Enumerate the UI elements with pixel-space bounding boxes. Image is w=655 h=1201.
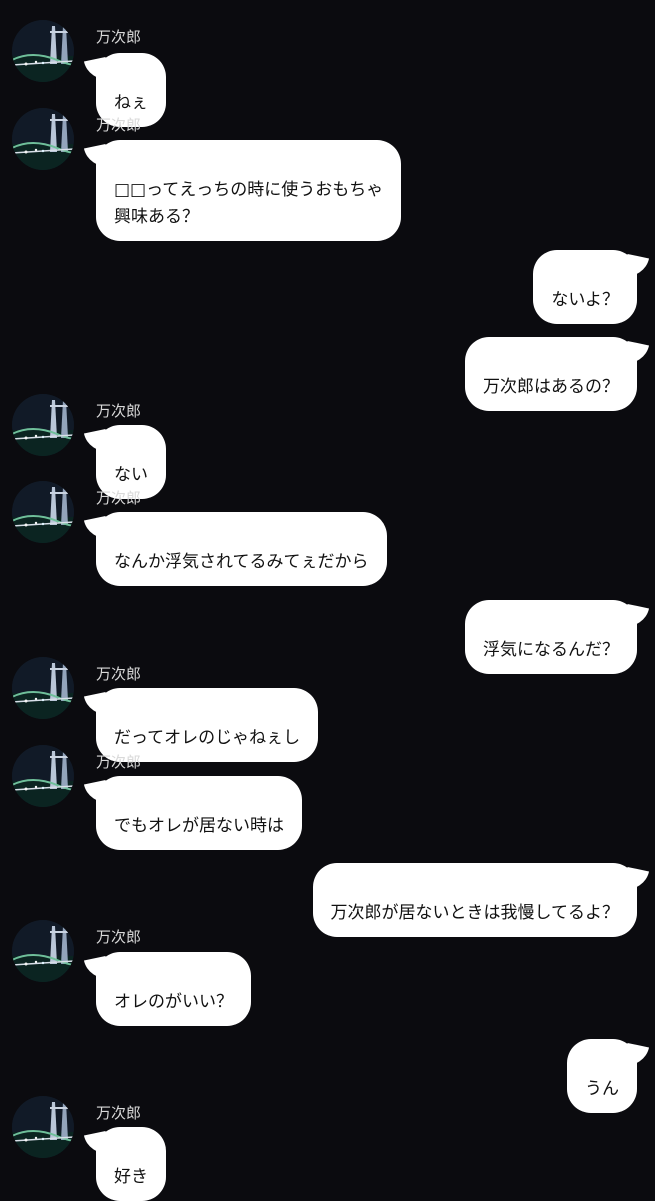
avatar[interactable] <box>12 394 74 456</box>
sender-name: 万次郎 <box>96 402 142 420</box>
bridge-photo-icon <box>12 657 74 719</box>
sender-name: 万次郎 <box>96 928 142 946</box>
avatar[interactable] <box>12 1096 74 1158</box>
message-bubble-incoming[interactable]: だってオレのじゃねぇし <box>96 688 319 762</box>
message-bubble-incoming[interactable]: オレのがいい？ <box>96 952 251 1026</box>
sender-name: 万次郎 <box>96 28 142 46</box>
avatar[interactable] <box>12 108 74 170</box>
sender-name: 万次郎 <box>96 1104 142 1122</box>
bridge-photo-icon <box>12 1096 74 1158</box>
bridge-photo-icon <box>12 745 74 807</box>
bridge-photo-icon <box>12 20 74 82</box>
sender-name: 万次郎 <box>96 489 142 507</box>
message-bubble-incoming[interactable]: ない <box>96 425 166 499</box>
avatar[interactable] <box>12 481 74 543</box>
bridge-photo-icon <box>12 481 74 543</box>
message-bubble-outgoing[interactable]: 万次郎はあるの？ <box>465 337 637 411</box>
message-text: なんか浮気されてるみてぇだから <box>114 552 369 572</box>
sender-name: 万次郎 <box>96 753 142 771</box>
bridge-photo-icon <box>12 920 74 982</box>
message-text: 浮気になるんだ？ <box>483 640 619 660</box>
message-text: オレのがいい？ <box>114 992 233 1012</box>
message-text: 万次郎が居ないときは我慢してるよ？ <box>330 903 620 923</box>
message-text: ない <box>114 465 148 485</box>
message-text: 万次郎はあるの？ <box>483 377 619 397</box>
sender-name: 万次郎 <box>96 665 142 683</box>
message-text: ねぇ <box>114 93 148 113</box>
message-text: 好き <box>114 1167 148 1187</box>
message-text: ないよ？ <box>551 290 619 310</box>
message-bubble-outgoing[interactable]: うん <box>567 1039 637 1113</box>
avatar[interactable] <box>12 20 74 82</box>
message-bubble-incoming[interactable]: なんか浮気されてるみてぇだから <box>96 512 387 586</box>
bridge-photo-icon <box>12 108 74 170</box>
message-text: うん <box>585 1079 619 1099</box>
chat-thread[interactable]: 万次郎 ねぇ 万次郎 □□ってえっちの時に使うおもちゃ 興味ある？ ないよ？ 万… <box>0 0 655 1201</box>
message-bubble-outgoing[interactable]: 浮気になるんだ？ <box>465 600 637 674</box>
message-bubble-outgoing[interactable]: 万次郎が居ないときは我慢してるよ？ <box>312 863 637 937</box>
avatar[interactable] <box>12 745 74 807</box>
message-text: だってオレのじゃねぇし <box>114 728 301 748</box>
message-text: □□ってえっちの時に使うおもちゃ 興味ある？ <box>114 180 384 227</box>
bridge-photo-icon <box>12 394 74 456</box>
avatar[interactable] <box>12 920 74 982</box>
message-bubble-incoming[interactable]: 好き <box>96 1127 166 1201</box>
message-text: でもオレが居ない時は <box>114 816 284 836</box>
sender-name: 万次郎 <box>96 116 142 134</box>
message-bubble-incoming[interactable]: □□ってえっちの時に使うおもちゃ 興味ある？ <box>96 140 402 241</box>
avatar[interactable] <box>12 657 74 719</box>
message-bubble-outgoing[interactable]: ないよ？ <box>533 250 637 324</box>
message-bubble-incoming[interactable]: でもオレが居ない時は <box>96 776 302 850</box>
